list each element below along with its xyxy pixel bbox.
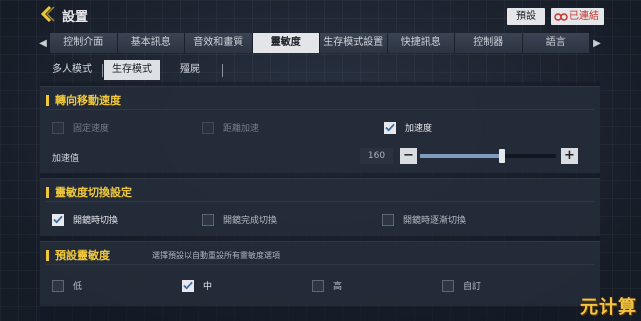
checkbox[interactable] — [312, 279, 324, 292]
option-label: 固定速度 — [73, 124, 110, 134]
sync-button[interactable]: 已連結 — [551, 8, 604, 25]
option-switch-on-ads[interactable]: 開鏡時切換 — [52, 213, 118, 226]
subtab-multiplayer[interactable]: 多人模式 — [44, 60, 100, 80]
option-label: 開鏡完成切換 — [223, 216, 278, 226]
option-custom[interactable]: 自訂 — [442, 279, 481, 292]
option-distance-accel[interactable]: 距離加速 — [202, 121, 259, 134]
accel-value-display: 160 — [360, 148, 393, 164]
option-label: 開鏡時切換 — [73, 216, 119, 226]
checkbox[interactable] — [52, 121, 64, 134]
accel-slider-fill — [420, 154, 502, 158]
checkbox[interactable] — [442, 279, 454, 292]
check-icon — [385, 123, 395, 132]
accel-slider[interactable] — [420, 149, 556, 163]
option-gradual-switch[interactable]: 開鏡時逐漸切換 — [382, 213, 466, 226]
subtab-divider — [222, 64, 223, 77]
checkbox-checked[interactable] — [182, 279, 194, 292]
link-icon — [554, 12, 568, 21]
option-label: 距離加速 — [223, 124, 260, 134]
tab-sensitivity[interactable]: 靈敏度 — [252, 33, 320, 53]
tab-controls[interactable]: 控制介面 — [50, 33, 118, 53]
tab-basic[interactable]: 基本訊息 — [117, 33, 185, 53]
option-label: 自訂 — [463, 282, 482, 292]
preset-sensitivity-section: 預設靈敏度 選擇預設以自動重設所有靈敏度選項 低 中 高 自訂 — [40, 241, 600, 306]
accel-increase-button[interactable]: + — [561, 148, 578, 164]
option-acceleration[interactable]: 加速度 — [384, 121, 432, 134]
option-label: 低 — [73, 282, 83, 292]
checkbox-checked[interactable] — [52, 213, 64, 226]
watermark-logo: 元计算 — [580, 297, 637, 318]
turn-speed-header: 轉向移動速度 — [46, 92, 121, 108]
preset-button[interactable]: 預設 — [507, 8, 545, 25]
tab-survival-settings[interactable]: 生存模式設置 — [320, 33, 388, 53]
option-medium[interactable]: 中 — [182, 279, 212, 292]
section-note: 選擇預設以自動重設所有靈敏度選項 — [152, 250, 280, 260]
main-tab-bar: ◀ 控制介面 基本訊息 音效和畫質 靈敏度 生存模式設置 快捷訊息 控制器 語言… — [36, 33, 604, 53]
tab-audio-graphics[interactable]: 音效和畫質 — [185, 33, 253, 53]
checkbox-checked[interactable] — [384, 121, 396, 134]
mode-subtab-bar: 多人模式 生存模式 殭屍 — [40, 60, 600, 82]
subtab-survival[interactable]: 生存模式 — [104, 60, 160, 80]
check-icon — [53, 215, 63, 224]
section-title: 轉向移動速度 — [55, 94, 121, 107]
check-icon — [183, 281, 193, 290]
option-low[interactable]: 低 — [52, 279, 82, 292]
subtab-zombies[interactable]: 殭屍 — [162, 60, 218, 80]
option-switch-after-ads[interactable]: 開鏡完成切換 — [202, 213, 277, 226]
option-label: 開鏡時逐漸切換 — [403, 216, 467, 226]
page-title: 設置 — [62, 10, 89, 25]
tab-controller[interactable]: 控制器 — [455, 33, 523, 53]
sensitivity-switch-header: 靈敏度切換設定 — [46, 184, 132, 200]
checkbox[interactable] — [52, 279, 64, 292]
back-icon[interactable] — [39, 5, 57, 23]
tab-left-arrow-icon[interactable]: ◀ — [36, 33, 50, 53]
sync-label: 已連結 — [569, 11, 599, 22]
checkbox[interactable] — [202, 213, 214, 226]
option-fixed-speed[interactable]: 固定速度 — [52, 121, 109, 134]
accel-slider-handle[interactable] — [498, 149, 505, 163]
option-label: 加速度 — [405, 124, 433, 134]
tab-right-arrow-icon[interactable]: ▶ — [590, 33, 604, 53]
sensitivity-switch-section: 靈敏度切換設定 開鏡時切換 開鏡完成切換 開鏡時逐漸切換 — [40, 178, 600, 236]
option-label: 高 — [333, 282, 343, 292]
checkbox[interactable] — [382, 213, 394, 226]
preset-sensitivity-header: 預設靈敏度 選擇預設以自動重設所有靈敏度選項 — [46, 247, 280, 263]
accel-value-label: 加速值 — [52, 154, 80, 164]
option-high[interactable]: 高 — [312, 279, 342, 292]
checkbox[interactable] — [202, 121, 214, 134]
tab-language[interactable]: 語言 — [522, 33, 590, 53]
tab-quick-messages[interactable]: 快捷訊息 — [387, 33, 455, 53]
subtab-divider — [102, 64, 103, 77]
option-label: 中 — [203, 282, 213, 292]
turn-speed-section: 轉向移動速度 固定速度 距離加速 加速度 加速值 160 − + — [40, 86, 600, 173]
section-title: 預設靈敏度 — [55, 249, 110, 262]
accel-decrease-button[interactable]: − — [400, 148, 417, 164]
section-title: 靈敏度切換設定 — [55, 186, 132, 199]
